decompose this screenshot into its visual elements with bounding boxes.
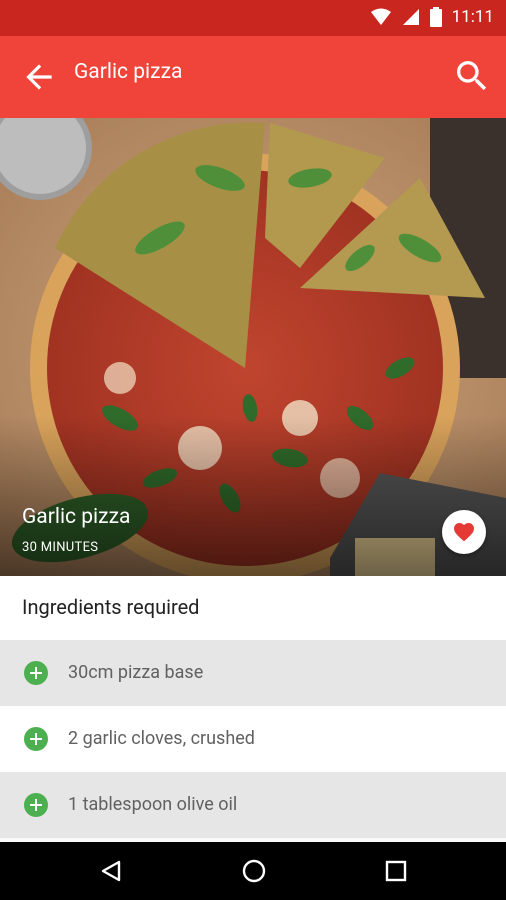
ingredient-row[interactable]: 30cm pizza base bbox=[0, 640, 506, 706]
status-bar: 11:11 bbox=[0, 0, 506, 36]
signal-icon bbox=[402, 9, 419, 25]
search-icon[interactable] bbox=[452, 56, 492, 96]
add-circle-icon[interactable] bbox=[24, 793, 48, 817]
ingredient-row[interactable]: 2 garlic cloves, crushed bbox=[0, 706, 506, 772]
nav-home-icon[interactable] bbox=[242, 859, 266, 883]
ingredient-label: 30cm pizza base bbox=[68, 662, 204, 683]
favorite-button[interactable] bbox=[442, 510, 486, 554]
recipe-hero-image: Garlic pizza 30 MINUTES bbox=[0, 118, 506, 576]
ingredients-title: Ingredients required bbox=[22, 595, 200, 619]
status-right: 11:11 bbox=[370, 7, 494, 27]
status-time: 11:11 bbox=[451, 7, 494, 27]
ingredient-label: 2 garlic cloves, crushed bbox=[68, 728, 255, 749]
ingredient-row[interactable]: 1 tablespoon olive oil bbox=[0, 772, 506, 838]
app-bar: Garlic pizza bbox=[0, 36, 506, 118]
heart-icon bbox=[454, 523, 474, 542]
ingredients-header: Ingredients required bbox=[0, 576, 506, 640]
add-circle-icon[interactable] bbox=[24, 727, 48, 751]
recipe-duration: 30 MINUTES bbox=[22, 540, 99, 555]
ingredient-label: 1 tablespoon olive oil bbox=[68, 794, 238, 815]
add-circle-icon[interactable] bbox=[24, 661, 48, 685]
battery-icon bbox=[429, 7, 442, 27]
nav-back-icon[interactable] bbox=[100, 860, 122, 882]
wifi-icon bbox=[370, 8, 391, 25]
arrow-back-icon[interactable] bbox=[20, 58, 58, 96]
page-title: Garlic pizza bbox=[74, 60, 183, 84]
nav-recents-icon[interactable] bbox=[385, 860, 407, 882]
system-nav-bar bbox=[0, 842, 506, 900]
recipe-title: Garlic pizza bbox=[22, 505, 131, 529]
